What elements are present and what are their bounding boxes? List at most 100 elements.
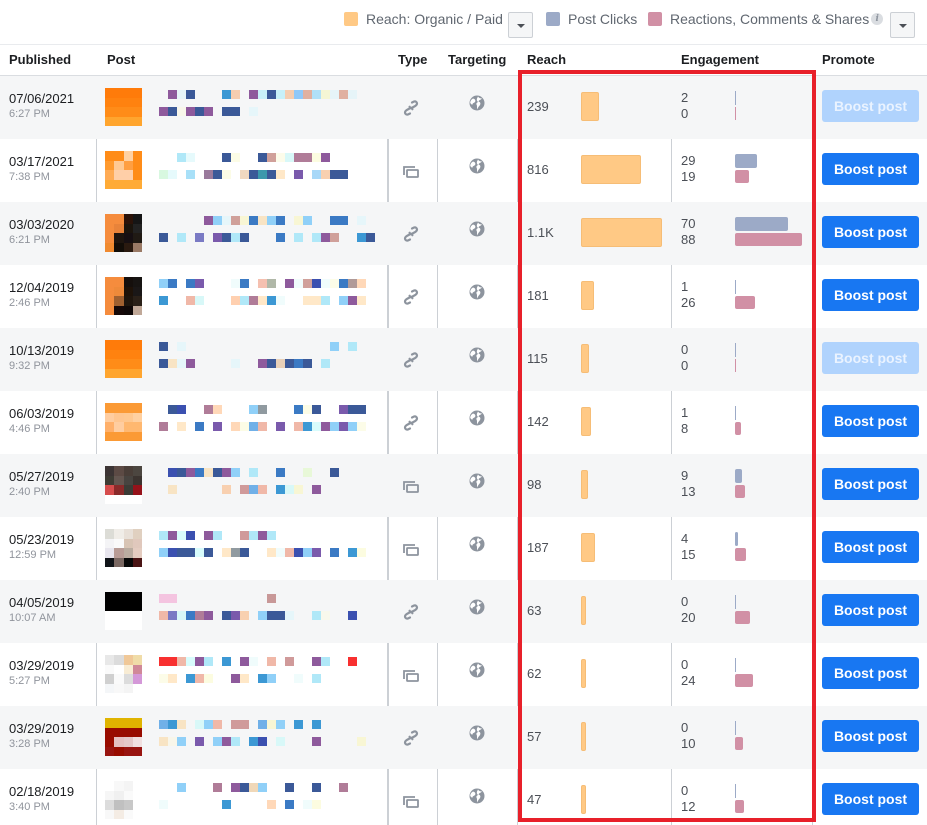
- reach-bar[interactable]: [581, 596, 586, 625]
- table-row[interactable]: 07/06/2021 6:27 PM 239 2 0 Boost post: [0, 76, 927, 139]
- post-text-redacted[interactable]: [150, 405, 380, 441]
- post-thumbnail[interactable]: [105, 529, 142, 567]
- post-text-redacted[interactable]: [150, 720, 380, 756]
- post-text-redacted[interactable]: [150, 153, 380, 189]
- post-clicks-bar[interactable]: [735, 784, 736, 798]
- post-text-redacted[interactable]: [150, 594, 380, 630]
- post-text-redacted[interactable]: [150, 342, 380, 378]
- post-thumbnail[interactable]: [105, 340, 142, 378]
- post-text-redacted[interactable]: [150, 279, 380, 315]
- reach-bar[interactable]: [581, 722, 586, 751]
- text-pixel: [213, 216, 222, 225]
- post-text-redacted[interactable]: [150, 468, 380, 504]
- reactions-bar[interactable]: [735, 800, 744, 813]
- post-thumbnail[interactable]: [105, 403, 142, 441]
- reactions-bar[interactable]: [735, 422, 741, 435]
- post-thumbnail[interactable]: [105, 151, 142, 189]
- post-thumbnail[interactable]: [105, 466, 142, 504]
- reactions-bar[interactable]: [735, 674, 753, 687]
- engagement-dropdown-button[interactable]: [890, 12, 915, 38]
- reactions-bar[interactable]: [735, 737, 743, 750]
- text-pixel: [267, 720, 276, 729]
- table-row[interactable]: 03/03/2020 6:21 PM 1.1K 70 88 Boost post: [0, 202, 927, 265]
- table-row[interactable]: 06/03/2019 4:46 PM 142 1 8 Boost post: [0, 391, 927, 454]
- boost-post-button[interactable]: Boost post: [822, 720, 919, 752]
- post-text-redacted[interactable]: [150, 531, 380, 567]
- post-clicks-bar[interactable]: [735, 721, 736, 735]
- post-clicks-bar[interactable]: [735, 658, 736, 672]
- reach-bar[interactable]: [581, 659, 586, 688]
- table-row[interactable]: 05/27/2019 2:40 PM 98 9 13 Boost post: [0, 454, 927, 517]
- reach-dropdown-button[interactable]: [508, 12, 533, 38]
- post-clicks-bar[interactable]: [735, 343, 736, 357]
- boost-post-button[interactable]: Boost post: [822, 531, 919, 563]
- reach-bar[interactable]: [581, 785, 586, 814]
- boost-post-button[interactable]: Boost post: [822, 594, 919, 626]
- boost-post-button[interactable]: Boost post: [822, 405, 919, 437]
- reach-bar[interactable]: [581, 344, 589, 373]
- boost-post-button[interactable]: Boost post: [822, 279, 919, 311]
- boost-post-button[interactable]: Boost post: [822, 783, 919, 815]
- post-thumbnail[interactable]: [105, 214, 142, 252]
- post-text-redacted[interactable]: [150, 783, 380, 819]
- table-row[interactable]: 03/29/2019 3:28 PM 57 0 10 Boost post: [0, 706, 927, 769]
- reactions-bar[interactable]: [735, 548, 746, 561]
- post-clicks-bar[interactable]: [735, 532, 738, 546]
- text-pixel: [213, 737, 222, 746]
- boost-post-button[interactable]: Boost post: [822, 468, 919, 500]
- reach-bar[interactable]: [581, 533, 595, 562]
- reach-bar[interactable]: [581, 470, 588, 499]
- reactions-bar[interactable]: [735, 485, 745, 498]
- post-clicks-bar[interactable]: [735, 154, 757, 168]
- post-clicks-bar[interactable]: [735, 406, 736, 420]
- reactions-bar[interactable]: [735, 296, 755, 309]
- post-thumbnail[interactable]: [105, 88, 142, 126]
- post-thumbnail[interactable]: [105, 718, 142, 756]
- post-thumbnail[interactable]: [105, 781, 142, 819]
- table-row[interactable]: 12/04/2019 2:46 PM 181 1 26 Boost post: [0, 265, 927, 328]
- post-thumbnail[interactable]: [105, 655, 142, 693]
- reactions-bar[interactable]: [735, 611, 750, 624]
- reach-bar[interactable]: [581, 92, 599, 121]
- table-row[interactable]: 03/17/2021 7:38 PM 816 29 19 Boost post: [0, 139, 927, 202]
- reach-bar[interactable]: [581, 281, 594, 310]
- boost-post-button[interactable]: Boost post: [822, 216, 919, 248]
- table-row[interactable]: 05/23/2019 12:59 PM 187 4 15 Boost post: [0, 517, 927, 580]
- reactions-bar[interactable]: [735, 359, 736, 372]
- post-clicks-bar[interactable]: [735, 217, 788, 231]
- reactions-bar[interactable]: [735, 107, 736, 120]
- text-pixel: [348, 296, 357, 305]
- reach-bar[interactable]: [581, 155, 641, 184]
- post-clicks-bar[interactable]: [735, 469, 742, 483]
- info-icon[interactable]: i: [871, 13, 884, 25]
- post-clicks-bar[interactable]: [735, 91, 736, 105]
- boost-post-button[interactable]: Boost post: [822, 657, 919, 689]
- thumb-pixel: [123, 88, 133, 98]
- text-pixel: [258, 279, 267, 288]
- reach-bar[interactable]: [581, 218, 662, 247]
- thumb-pixel: [123, 151, 133, 161]
- boost-post-button[interactable]: Boost post: [822, 153, 919, 185]
- header-published[interactable]: Published: [0, 45, 71, 76]
- post-clicks-bar[interactable]: [735, 595, 736, 609]
- post-text-redacted[interactable]: [150, 657, 380, 693]
- thumb-pixel: [105, 305, 115, 315]
- table-row[interactable]: 02/18/2019 3:40 PM 47 0 12 Boost post: [0, 769, 927, 825]
- reactions-bar[interactable]: [735, 233, 802, 246]
- table-row[interactable]: 04/05/2019 10:07 AM 63 0 20 Boost post: [0, 580, 927, 643]
- table-row[interactable]: 10/13/2019 9:32 PM 115 0 0 Boost post: [0, 328, 927, 391]
- header-reach[interactable]: Reach: [518, 45, 566, 76]
- post-thumbnail[interactable]: [105, 277, 142, 315]
- text-pixel: [159, 657, 168, 666]
- post-clicks-bar[interactable]: [735, 280, 736, 294]
- post-text-redacted[interactable]: [150, 90, 380, 126]
- header-engagement[interactable]: Engagement: [672, 45, 759, 76]
- table-row[interactable]: 03/29/2019 5:27 PM 62 0 24 Boost post: [0, 643, 927, 706]
- reach-bar[interactable]: [581, 407, 591, 436]
- boost-post-button[interactable]: Boost post: [822, 342, 919, 374]
- reactions-bar[interactable]: [735, 170, 749, 183]
- post-thumbnail[interactable]: [105, 592, 142, 630]
- thumb-pixel: [132, 107, 142, 117]
- post-text-redacted[interactable]: [150, 216, 380, 252]
- boost-post-button[interactable]: Boost post: [822, 90, 919, 122]
